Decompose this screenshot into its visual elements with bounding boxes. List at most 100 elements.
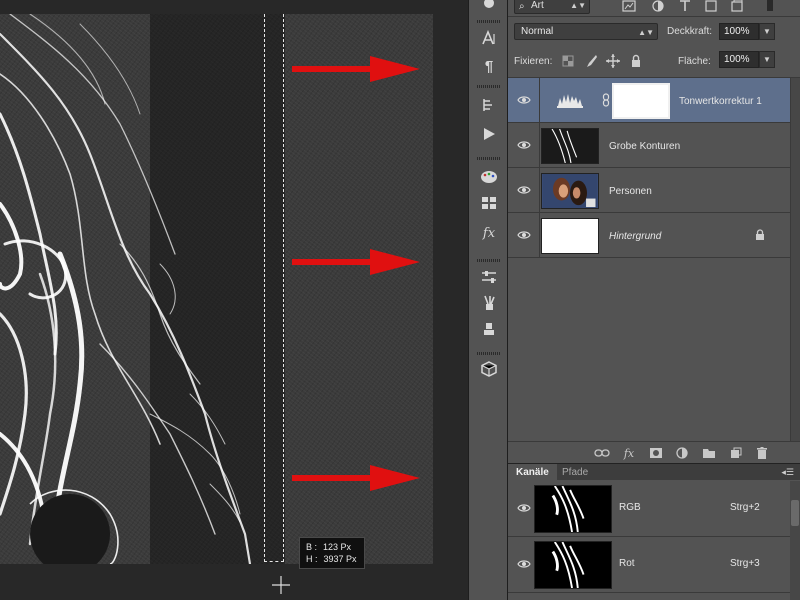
layers-scrollbar[interactable] bbox=[790, 78, 800, 442]
opacity-label: Deckkraft: bbox=[667, 26, 713, 37]
height-label: H : bbox=[306, 554, 318, 564]
layers-footer-toolbar: fx bbox=[508, 441, 800, 463]
layer-separator bbox=[539, 213, 540, 258]
red-arrow-1 bbox=[292, 56, 420, 82]
character-icon[interactable] bbox=[477, 27, 501, 49]
filter-toggle-icon[interactable] bbox=[766, 0, 774, 13]
red-arrow-3 bbox=[292, 465, 420, 491]
fx-icon[interactable]: fx bbox=[477, 222, 501, 244]
panel-grip[interactable] bbox=[477, 20, 501, 23]
panel-grip[interactable] bbox=[477, 352, 501, 355]
filter-kind-select[interactable]: ⌕ Art ▲▼ bbox=[514, 0, 590, 14]
opacity-dropdown-button[interactable]: ▼ bbox=[759, 23, 775, 40]
search-icon: ⌕ bbox=[519, 1, 525, 12]
layer-mask-thumbnail[interactable] bbox=[612, 83, 670, 119]
layer-separator bbox=[539, 123, 540, 168]
opacity-field[interactable]: 100% bbox=[719, 23, 759, 40]
fill-value: 100% bbox=[724, 54, 750, 65]
brush-presets-icon[interactable] bbox=[477, 292, 501, 314]
filter-kind-label: Art bbox=[531, 0, 544, 11]
eye-icon[interactable] bbox=[517, 557, 531, 571]
photoshop-window: B :123 Px H :3937 Px ¶ fx ⌕ Art ▲▼ Norma… bbox=[0, 0, 800, 600]
layer-row-grobe-konturen[interactable]: Grobe Konturen bbox=[508, 123, 790, 168]
channel-thumbnail bbox=[534, 541, 612, 589]
actions-play-icon[interactable] bbox=[477, 123, 501, 145]
eye-icon[interactable] bbox=[517, 183, 531, 197]
fill-label: Fläche: bbox=[678, 56, 711, 67]
height-value: 3937 Px bbox=[323, 554, 357, 564]
channel-shortcut: Strg+3 bbox=[730, 558, 760, 569]
tab-paths[interactable]: Pfade bbox=[554, 464, 596, 481]
blend-mode-select[interactable]: Normal ▲▼ bbox=[514, 23, 658, 40]
panel-grip[interactable] bbox=[477, 85, 501, 88]
red-arrow-2 bbox=[292, 249, 420, 275]
history-brush-icon[interactable] bbox=[477, 0, 501, 14]
layer-row-hintergrund[interactable]: Hintergrund bbox=[508, 213, 790, 258]
eye-icon[interactable] bbox=[517, 138, 531, 152]
levels-adjustment-icon bbox=[557, 94, 583, 108]
channels-tab-bar: Kanäle Pfade ◂☰ bbox=[508, 463, 800, 481]
eye-icon[interactable] bbox=[517, 93, 531, 107]
layer-separator bbox=[539, 168, 540, 213]
filter-type-icon[interactable] bbox=[678, 0, 692, 13]
filter-pixel-icon[interactable] bbox=[622, 0, 636, 13]
blend-row: Normal ▲▼ Deckkraft: 100% ▼ bbox=[508, 20, 800, 44]
panel-grip[interactable] bbox=[477, 157, 501, 160]
lock-image-pixels-icon[interactable] bbox=[584, 54, 598, 68]
layer-name: Tonwertkorrektur 1 bbox=[679, 96, 762, 107]
paragraph-icon[interactable]: ¶ bbox=[477, 55, 501, 77]
panel-grip[interactable] bbox=[477, 259, 501, 262]
layer-separator bbox=[539, 78, 540, 123]
link-icon[interactable] bbox=[602, 93, 610, 107]
channel-thumbnail bbox=[534, 485, 612, 533]
filter-smart-object-icon[interactable] bbox=[730, 0, 744, 13]
lock-all-icon[interactable] bbox=[629, 54, 643, 68]
eye-icon[interactable] bbox=[517, 228, 531, 242]
styles-icon[interactable] bbox=[477, 192, 501, 214]
fill-field[interactable]: 100% bbox=[719, 51, 759, 68]
filter-shape-icon[interactable] bbox=[704, 0, 718, 13]
layer-filter-row: ⌕ Art ▲▼ bbox=[508, 0, 800, 17]
fx-icon[interactable]: fx bbox=[621, 446, 637, 460]
3d-icon[interactable] bbox=[477, 358, 501, 380]
fill-dropdown-button[interactable]: ▼ bbox=[759, 51, 775, 68]
channels-scrollbar[interactable] bbox=[790, 481, 800, 600]
channel-name: Rot bbox=[619, 558, 635, 569]
layer-row-tonwertkorrektur[interactable]: Tonwertkorrektur 1 bbox=[508, 78, 790, 123]
clone-source-icon[interactable] bbox=[477, 318, 501, 340]
chevron-down-icon: ▲▼ bbox=[638, 28, 654, 37]
selection-marquee[interactable] bbox=[264, 14, 284, 562]
filter-adjustment-icon[interactable] bbox=[651, 0, 665, 13]
tab-label: Pfade bbox=[562, 467, 589, 478]
panel-icon-strip: ¶ fx bbox=[468, 0, 508, 600]
layer-row-personen[interactable]: Personen bbox=[508, 168, 790, 213]
blend-mode-value: Normal bbox=[521, 26, 554, 37]
layer-thumbnail bbox=[541, 218, 599, 254]
panel-menu-icon[interactable]: ◂☰ bbox=[781, 467, 794, 478]
layer-thumbnail bbox=[541, 128, 599, 164]
layer-thumbnail bbox=[541, 173, 599, 209]
mask-icon[interactable] bbox=[648, 446, 664, 460]
channel-row-rgb[interactable]: RGB Strg+2 bbox=[508, 481, 790, 537]
swatches-icon[interactable] bbox=[477, 166, 501, 188]
canvas-area[interactable]: B : 123 Px H : 3937 Px bbox=[0, 0, 468, 600]
adjustments-icon[interactable] bbox=[477, 266, 501, 288]
adjustment-icon[interactable] bbox=[674, 446, 690, 460]
lock-transparent-pixels-icon[interactable] bbox=[561, 54, 575, 68]
document-canvas[interactable] bbox=[0, 14, 433, 564]
layers-panel: ⌕ Art ▲▼ Normal ▲▼ Deckkraft: 100% ▼ Fix… bbox=[508, 0, 800, 600]
link-icon[interactable] bbox=[594, 446, 610, 460]
new-layer-icon[interactable] bbox=[728, 446, 744, 460]
trash-icon[interactable] bbox=[754, 446, 770, 460]
tab-label: Kanäle bbox=[516, 467, 549, 478]
lock-position-icon[interactable] bbox=[606, 54, 620, 68]
folder-icon[interactable] bbox=[701, 446, 717, 460]
history-icon[interactable] bbox=[477, 94, 501, 116]
width-label: B : bbox=[306, 542, 318, 552]
channel-row-rot[interactable]: Rot Strg+3 bbox=[508, 537, 790, 593]
channels-scroll-thumb[interactable] bbox=[791, 500, 799, 526]
channel-name: RGB bbox=[619, 502, 641, 513]
layer-name: Hintergrund bbox=[609, 231, 662, 242]
eye-icon[interactable] bbox=[517, 501, 531, 515]
tab-channels[interactable]: Kanäle bbox=[508, 464, 557, 481]
